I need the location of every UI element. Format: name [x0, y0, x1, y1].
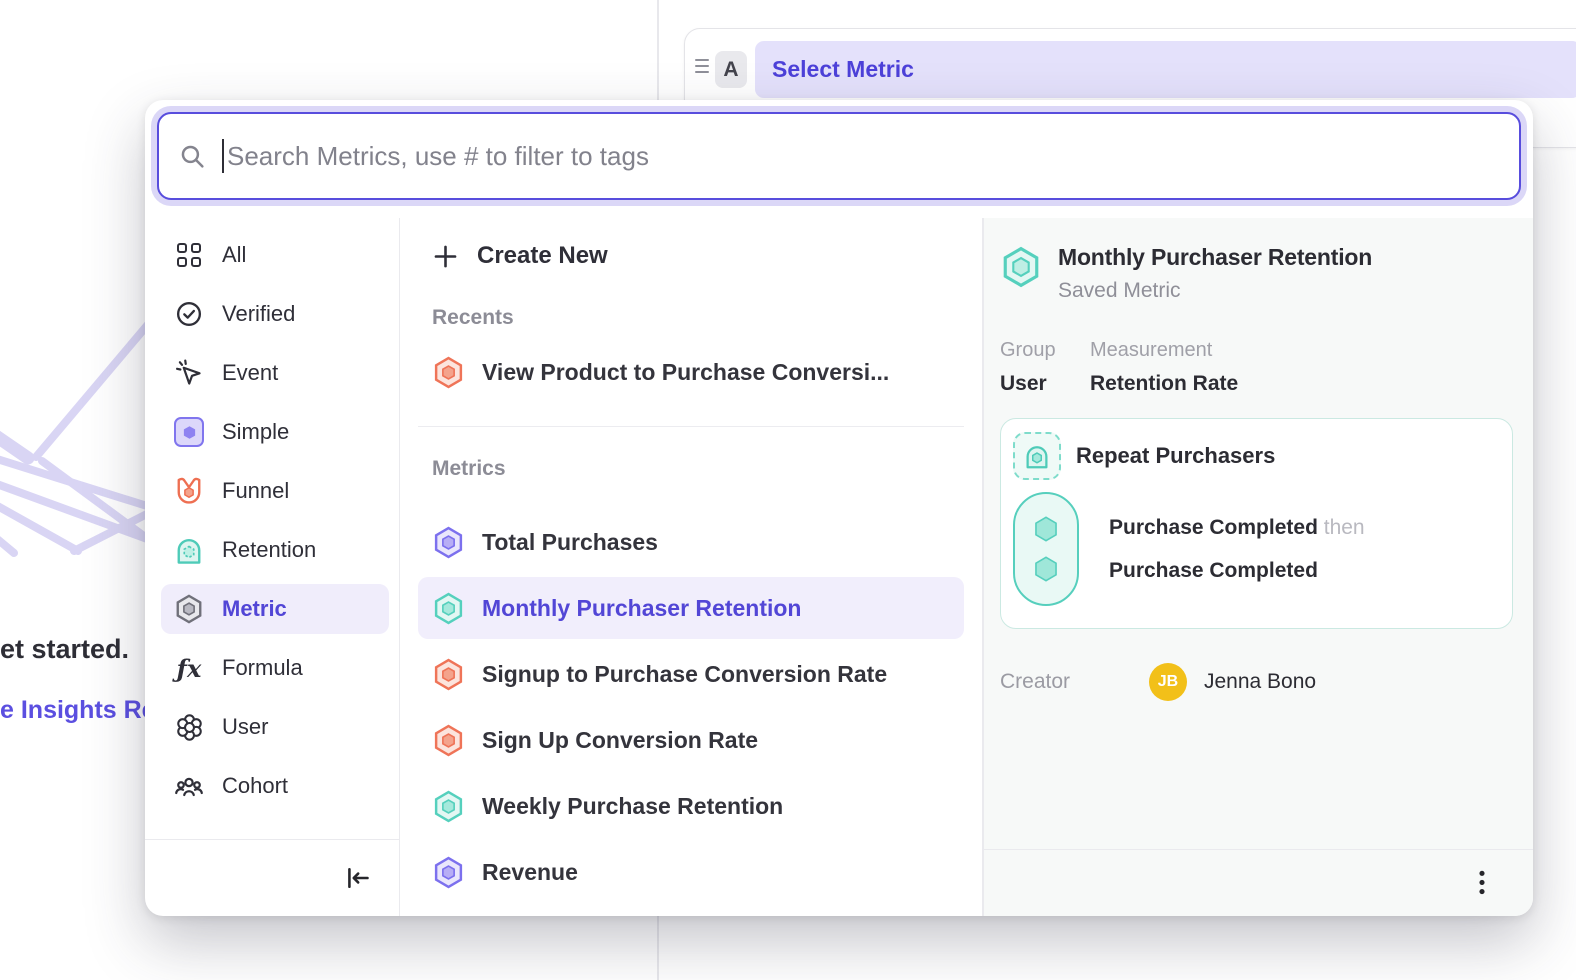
- metric-row[interactable]: Revenue: [418, 841, 964, 903]
- cohort-people-icon: [173, 770, 205, 802]
- detail-subtitle: Saved Metric: [1058, 279, 1372, 303]
- type-filter-sidebar: All Verified Event: [145, 218, 400, 916]
- recents-section-label: Recents: [418, 306, 964, 330]
- metric-hexagon-icon-orange: [432, 658, 465, 691]
- sidebar-item-cohort[interactable]: Cohort: [161, 761, 389, 811]
- metric-label: Revenue: [482, 859, 578, 886]
- creator-label: Creator: [1000, 670, 1149, 694]
- metric-hexagon-icon-purple: [432, 856, 465, 889]
- search-icon: [179, 143, 206, 170]
- event-sequence-pill: [1013, 492, 1079, 606]
- creator-avatar: JB: [1149, 663, 1187, 701]
- user-cluster-icon: [173, 711, 205, 743]
- metric-row[interactable]: Sign Up Conversion Rate: [418, 709, 964, 771]
- sidebar-item-user[interactable]: User: [161, 702, 389, 752]
- retention-definition-card: Repeat Purchasers Purchase Completed the: [1000, 418, 1513, 629]
- metric-label: Weekly Purchase Retention: [482, 793, 783, 820]
- sidebar-item-label: All: [222, 242, 246, 268]
- metric-label: Monthly Purchaser Retention: [482, 595, 801, 622]
- metric-detail-panel: Monthly Purchaser Retention Saved Metric…: [983, 218, 1533, 916]
- metric-hexagon-icon-teal: [432, 790, 465, 823]
- metric-label: Signup to Purchase Conversion Rate: [482, 661, 887, 688]
- sidebar-item-label: Simple: [222, 419, 289, 445]
- metric-row[interactable]: Weekly Purchase Retention: [418, 775, 964, 837]
- metric-row[interactable]: Signup to Purchase Conversion Rate: [418, 643, 964, 705]
- metric-hexagon-icon-orange: [432, 724, 465, 757]
- measurement-value: Retention Rate: [1090, 372, 1238, 396]
- measurement-label: Measurement: [1090, 339, 1238, 362]
- metric-label: View Product to Purchase Conversi...: [482, 359, 889, 386]
- plus-icon: [432, 243, 459, 270]
- sidebar-item-all[interactable]: All: [161, 230, 389, 280]
- detail-title: Monthly Purchaser Retention: [1058, 244, 1372, 271]
- group-value: User: [1000, 372, 1090, 396]
- sidebar-item-metric[interactable]: Metric: [161, 584, 389, 634]
- metric-hexagon-icon-orange: [432, 356, 465, 389]
- select-metric-dropdown[interactable]: Select Metric: [755, 41, 1576, 98]
- metric-label: Sign Up Conversion Rate: [482, 727, 758, 754]
- retention-arch-icon: [173, 534, 205, 566]
- step-one-event: Purchase Completed: [1109, 516, 1318, 539]
- metrics-section-label: Metrics: [418, 457, 964, 481]
- create-new-label: Create New: [477, 242, 608, 270]
- sidebar-item-label: Formula: [222, 655, 303, 681]
- metric-hexagon-icon-teal-large: [1000, 246, 1042, 288]
- section-divider: [418, 426, 964, 427]
- repeat-purchasers-title: Repeat Purchasers: [1076, 443, 1275, 469]
- sidebar-item-event[interactable]: Event: [161, 348, 389, 398]
- metric-hexagon-icon-teal: [432, 592, 465, 625]
- metric-row[interactable]: Total Purchases: [418, 511, 964, 573]
- sidebar-item-label: Funnel: [222, 478, 289, 504]
- background-partial-heading: et started.: [0, 634, 152, 665]
- collapse-left-icon[interactable]: [343, 864, 371, 892]
- sidebar-item-retention[interactable]: Retention: [161, 525, 389, 575]
- sidebar-item-funnel[interactable]: Funnel: [161, 466, 389, 516]
- metric-row-selected[interactable]: Monthly Purchaser Retention: [418, 577, 964, 639]
- sidebar-item-formula[interactable]: ƒx Formula: [161, 643, 389, 693]
- sidebar-item-label: Metric: [222, 596, 287, 622]
- simple-hexagon-icon: [173, 416, 205, 448]
- grid-icon: [173, 239, 205, 271]
- funnel-icon: [173, 475, 205, 507]
- step-connector: then: [1318, 516, 1365, 539]
- step-two-event: Purchase Completed: [1109, 559, 1365, 583]
- formula-fx-icon: ƒx: [173, 652, 205, 684]
- sidebar-item-label: Retention: [222, 537, 316, 563]
- metric-picker-modal: All Verified Event: [145, 100, 1533, 916]
- creator-name: Jenna Bono: [1204, 670, 1316, 694]
- retention-dashed-icon: [1013, 432, 1061, 480]
- group-label: Group: [1000, 339, 1090, 362]
- sidebar-item-label: User: [222, 714, 268, 740]
- verified-badge-icon: [173, 298, 205, 330]
- event-hexagon-icon: [1032, 515, 1060, 543]
- metric-list-column: Create New Recents View Product to Purch…: [400, 218, 983, 916]
- event-cursor-icon: [173, 357, 205, 389]
- detail-footer: [984, 849, 1533, 916]
- creator-row: Creator JB Jenna Bono: [1000, 663, 1513, 701]
- sidebar-item-label: Event: [222, 360, 278, 386]
- metric-meta: Group User Measurement Retention Rate: [1000, 339, 1513, 396]
- drag-handle-icon[interactable]: [695, 59, 709, 73]
- series-a-badge: A: [715, 51, 747, 88]
- background-partial-link[interactable]: e Insights Re: [0, 696, 152, 725]
- search-input[interactable]: [227, 141, 1499, 172]
- sidebar-item-label: Verified: [222, 301, 295, 327]
- recent-item[interactable]: View Product to Purchase Conversi...: [418, 344, 964, 400]
- sidebar-footer: [145, 839, 399, 916]
- sidebar-item-simple[interactable]: Simple: [161, 407, 389, 457]
- text-caret: [222, 139, 224, 173]
- sidebar-item-verified[interactable]: Verified: [161, 289, 389, 339]
- metric-label: Total Purchases: [482, 529, 658, 556]
- event-hexagon-icon: [1032, 555, 1060, 583]
- sidebar-item-label: Cohort: [222, 773, 288, 799]
- search-bar[interactable]: [157, 112, 1521, 200]
- metric-hexagon-icon-purple: [432, 526, 465, 559]
- create-new-button[interactable]: Create New: [418, 236, 964, 276]
- kebab-menu-icon[interactable]: [1469, 868, 1495, 898]
- metric-hexagon-icon: [173, 593, 205, 625]
